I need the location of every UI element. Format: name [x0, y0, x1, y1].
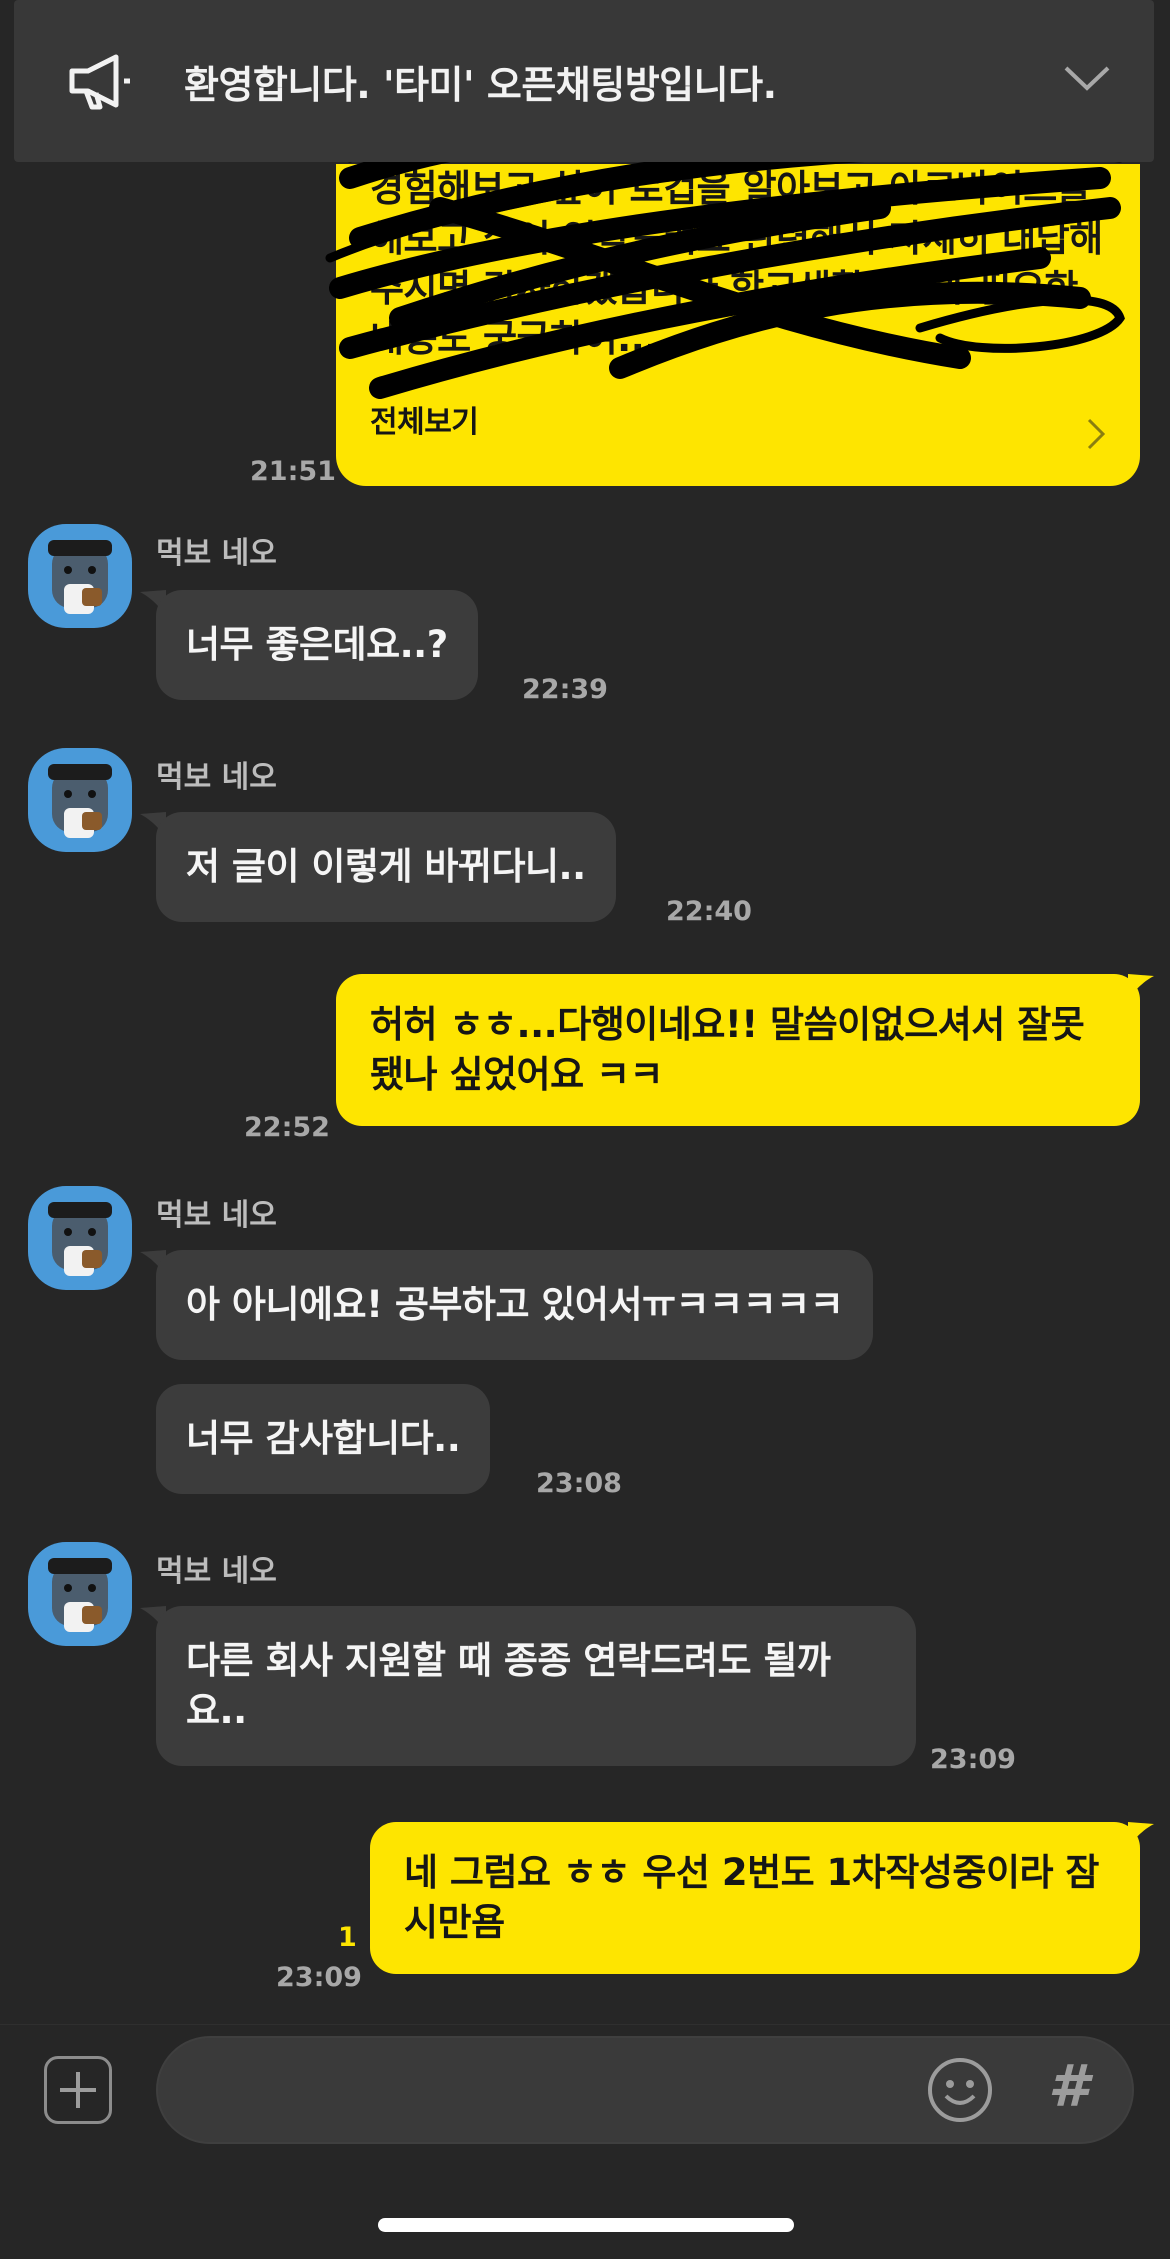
- unread-count: 1: [338, 1922, 357, 1953]
- message-text: 다른 회사 지원할 때 종종 연락드려도 될까요..: [186, 1639, 831, 1732]
- megaphone-icon: [64, 41, 144, 121]
- message-time: 23:09: [930, 1744, 1016, 1775]
- message-text: 네 그럼요 ㅎㅎ 우선 2번도 1차작성중이라 잠시만욤: [404, 1851, 1099, 1944]
- redaction-scribble: [325, 118, 1125, 399]
- sender-name: 먹보 네오: [156, 1554, 277, 1589]
- chevron-down-icon[interactable]: [1062, 58, 1112, 98]
- message-time: 21:51: [250, 456, 336, 487]
- notice-bar[interactable]: 환영합니다. '타미' 오픈채팅방입니다.: [14, 0, 1154, 162]
- plus-icon[interactable]: [44, 2056, 112, 2124]
- sender-name: 먹보 네오: [156, 760, 277, 795]
- avatar[interactable]: [28, 1186, 132, 1290]
- home-indicator[interactable]: [378, 2218, 794, 2232]
- incoming-bubble[interactable]: 다른 회사 지원할 때 종종 연락드려도 될까요..: [156, 1606, 916, 1766]
- sender-name: 먹보 네오: [156, 536, 277, 571]
- avatar[interactable]: [28, 748, 132, 852]
- incoming-bubble[interactable]: 저 글이 이렇게 바뀌다니..: [156, 812, 616, 922]
- sender-name: 먹보 네오: [156, 1198, 277, 1233]
- message-time: 22:52: [244, 1112, 330, 1143]
- message-text: 너무 좋은데요..?: [186, 623, 448, 666]
- message-text: 아 아니에요! 공부하고 있어서ㅠㅋㅋㅋㅋㅋ: [186, 1283, 844, 1326]
- message-text: 저 글이 이렇게 바뀌다니..: [186, 845, 586, 888]
- message-time: 23:08: [536, 1468, 622, 1499]
- outgoing-bubble[interactable]: 허허 ㅎㅎ...다행이네요!! 말씀이없으셔서 잘못됐나 싶었어요 ㅋㅋ: [336, 974, 1140, 1126]
- emoji-icon[interactable]: [926, 2056, 994, 2124]
- message-text: 너무 감사합니다..: [186, 1417, 461, 1460]
- message-time: 22:39: [522, 674, 608, 705]
- message-input[interactable]: [198, 2064, 918, 2120]
- hashtag-button[interactable]: #: [1048, 2052, 1088, 2120]
- incoming-bubble[interactable]: 아 아니에요! 공부하고 있어서ㅠㅋㅋㅋㅋㅋ: [156, 1250, 874, 1360]
- avatar[interactable]: [28, 1542, 132, 1646]
- message-text: 허허 ㅎㅎ...다행이네요!! 말씀이없으셔서 잘못됐나 싶었어요 ㅋㅋ: [370, 1003, 1085, 1096]
- incoming-bubble[interactable]: 너무 좋은데요..?: [156, 590, 478, 700]
- message-time: 22:40: [666, 896, 752, 927]
- outgoing-bubble[interactable]: 네 그럼요 ㅎㅎ 우선 2번도 1차작성중이라 잠시만욤: [370, 1822, 1140, 1974]
- notice-text: 환영합니다. '타미' 오픈채팅방입니다.: [184, 62, 777, 107]
- chevron-right-icon: [1086, 414, 1106, 450]
- avatar[interactable]: [28, 524, 132, 628]
- message-time: 23:09: [276, 1962, 362, 1993]
- incoming-bubble[interactable]: 너무 감사합니다..: [156, 1384, 491, 1494]
